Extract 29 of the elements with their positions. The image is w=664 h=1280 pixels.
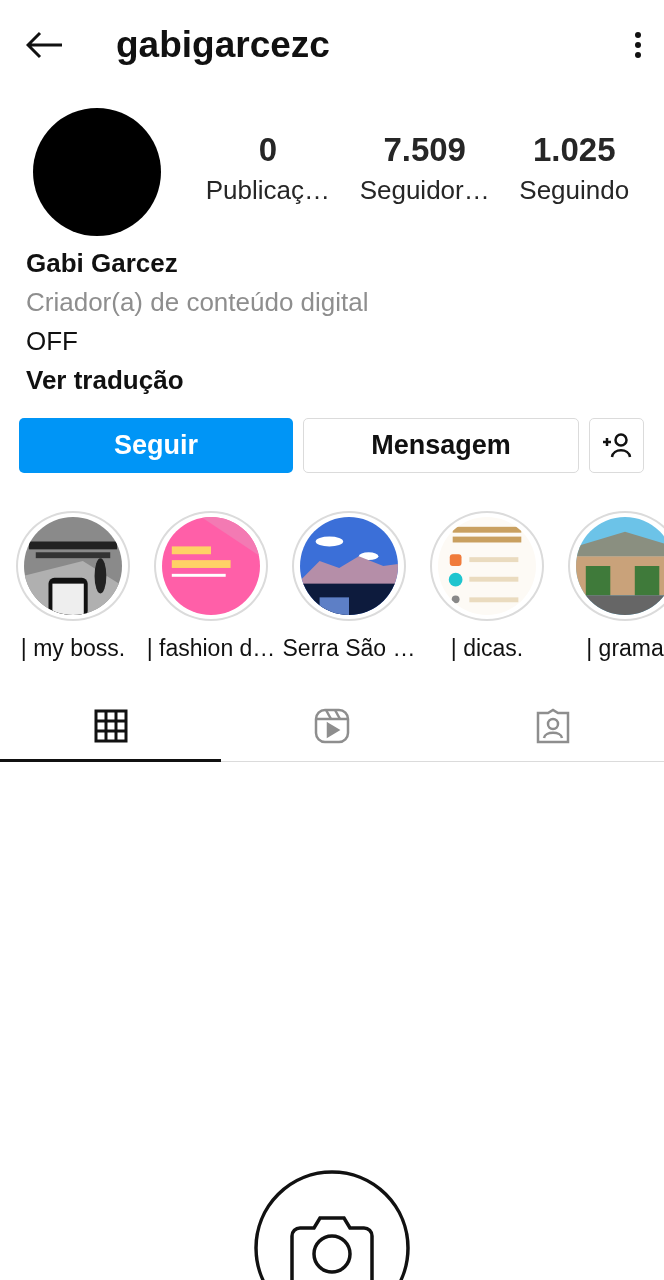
category-label: Criador(a) de conteúdo digital [26,285,370,319]
back-arrow-icon [26,30,64,59]
highlight-title: | dicas. [450,635,524,662]
display-name: Gabi Garcez [26,246,179,280]
highlight-title: | my boss. [20,635,126,662]
grid-icon [93,708,128,743]
stat-label: Publicaç… [205,175,331,207]
highlight-ring[interactable] [292,510,406,621]
more-options-button[interactable] [634,30,642,59]
stat-label: Seguindo [519,175,630,207]
stat-count: 7.509 [383,131,466,170]
username: gabigarcezc [116,23,331,66]
stat-count: 1.025 [532,131,616,170]
reels-icon [314,707,350,744]
stat-label: Seguidor… [359,175,490,207]
translate-link[interactable]: Ver tradução [26,362,638,398]
stat-count: 0 [258,131,278,170]
highlight-ring[interactable] [16,510,130,621]
message-button[interactable]: Mensagem [303,417,579,473]
add-person-icon [601,432,632,459]
highlight-title: | fashion d… [146,635,276,662]
bio-text: OFF [26,324,79,358]
more-icon [634,30,642,59]
back-button[interactable] [26,30,64,59]
tagged-person-icon [535,707,572,744]
highlight-title: Serra São … [282,635,416,662]
camera-icon [254,1170,410,1280]
highlight-title: | grama [586,635,664,662]
suggested-people-button[interactable] [589,417,644,473]
